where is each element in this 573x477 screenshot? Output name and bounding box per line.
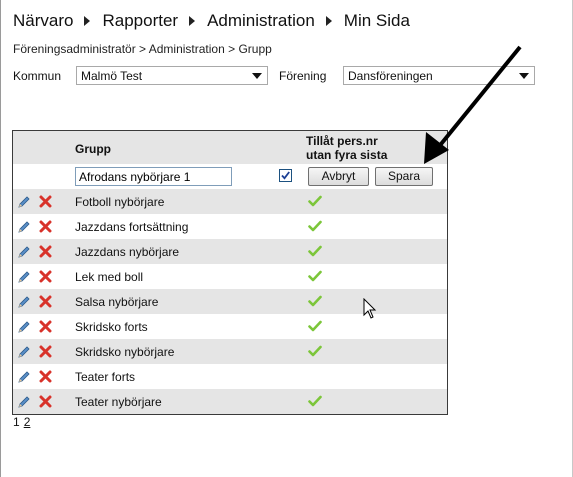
pencil-icon[interactable] xyxy=(17,320,31,334)
pencil-icon[interactable] xyxy=(17,295,31,309)
delete-icon[interactable] xyxy=(39,370,52,383)
chevron-down-icon xyxy=(252,73,262,79)
pencil-icon[interactable] xyxy=(17,270,31,284)
pagination: 12 xyxy=(13,415,30,429)
nav-separator-icon xyxy=(189,16,196,26)
column-header-tillat-line1: Tillåt pers.nr xyxy=(306,134,378,148)
nav-narvaro[interactable]: Närvaro xyxy=(13,11,73,31)
nav-min-sida[interactable]: Min Sida xyxy=(344,11,410,31)
column-header-tillat: Tillåt pers.nr utan fyra sista xyxy=(306,134,387,162)
forening-select-value: Dansföreningen xyxy=(348,69,433,83)
table-body: Fotboll nybörjare Jazzdans fortsättning Ja… xyxy=(13,189,447,414)
page-link-2[interactable]: 2 xyxy=(24,415,31,429)
kommun-label: Kommun xyxy=(13,69,62,83)
delete-icon[interactable] xyxy=(39,195,52,208)
delete-icon[interactable] xyxy=(39,345,52,358)
table-row: Jazzdans nybörjare xyxy=(13,239,447,264)
allow-persnr-checkbox[interactable] xyxy=(279,169,292,182)
pencil-icon[interactable] xyxy=(17,220,31,234)
group-name: Skridsko forts xyxy=(75,320,148,334)
group-name: Jazzdans nybörjare xyxy=(75,245,180,259)
group-name: Lek med boll xyxy=(75,270,144,284)
pencil-icon[interactable] xyxy=(17,345,31,359)
delete-icon[interactable] xyxy=(39,270,52,283)
pencil-icon[interactable] xyxy=(17,195,31,209)
nav-rapporter[interactable]: Rapporter xyxy=(102,11,178,31)
forening-label: Förening xyxy=(279,69,327,83)
delete-icon[interactable] xyxy=(39,295,52,308)
check-icon xyxy=(308,220,322,232)
group-name: Jazzdans fortsättning xyxy=(75,220,189,234)
table-row: Jazzdans fortsättning xyxy=(13,214,447,239)
group-name: Fotboll nybörjare xyxy=(75,195,165,209)
column-header-grupp[interactable]: Grupp xyxy=(75,142,111,156)
nav-separator-icon xyxy=(84,16,91,26)
delete-icon[interactable] xyxy=(39,245,52,258)
delete-icon[interactable] xyxy=(39,320,52,333)
group-name: Teater nybörjare xyxy=(75,395,162,409)
kommun-select[interactable]: Malmö Test xyxy=(76,66,268,85)
check-icon xyxy=(308,270,322,282)
save-button[interactable]: Spara xyxy=(375,167,433,186)
pencil-icon[interactable] xyxy=(17,370,31,384)
mouse-cursor-icon xyxy=(363,298,377,319)
cancel-button[interactable]: Avbryt xyxy=(308,167,369,186)
delete-icon[interactable] xyxy=(39,395,52,408)
table-header: Grupp Tillåt pers.nr utan fyra sista xyxy=(13,131,447,164)
edit-row: Avbryt Spara xyxy=(13,164,447,189)
top-navigation: Närvaro Rapporter Administration Min Sid… xyxy=(13,11,410,31)
window-border-left xyxy=(0,0,1,477)
delete-icon[interactable] xyxy=(39,220,52,233)
breadcrumb: Föreningsadministratör > Administration … xyxy=(13,42,272,56)
forening-select[interactable]: Dansföreningen xyxy=(343,66,535,85)
nav-separator-icon xyxy=(325,16,332,26)
group-name: Skridsko nybörjare xyxy=(75,345,175,359)
table-row: Fotboll nybörjare xyxy=(13,189,447,214)
pencil-icon[interactable] xyxy=(17,395,31,409)
group-table: Grupp Tillåt pers.nr utan fyra sista Avb… xyxy=(12,130,448,415)
chevron-down-icon xyxy=(519,73,529,79)
filter-bar: Kommun Malmö Test Förening Dansföreninge… xyxy=(13,66,573,86)
table-row: Teater nybörjare xyxy=(13,389,447,414)
check-icon xyxy=(308,195,322,207)
page-current: 1 xyxy=(13,415,20,429)
nav-administration[interactable]: Administration xyxy=(207,11,315,31)
table-row: Salsa nybörjare xyxy=(13,289,447,314)
check-icon xyxy=(308,395,322,407)
table-row: Teater forts xyxy=(13,364,447,389)
check-icon xyxy=(308,320,322,332)
table-row: Skridsko nybörjare xyxy=(13,339,447,364)
table-row: Lek med boll xyxy=(13,264,447,289)
checkmark-icon xyxy=(281,171,290,180)
check-icon xyxy=(308,345,322,357)
group-name: Teater forts xyxy=(75,370,136,384)
group-name-input[interactable] xyxy=(75,167,232,186)
group-name: Salsa nybörjare xyxy=(75,295,159,309)
check-icon xyxy=(308,295,322,307)
table-row: Skridsko forts xyxy=(13,314,447,339)
check-icon xyxy=(308,245,322,257)
kommun-select-value: Malmö Test xyxy=(81,69,143,83)
pencil-icon[interactable] xyxy=(17,245,31,259)
column-header-tillat-line2: utan fyra sista xyxy=(306,148,388,162)
